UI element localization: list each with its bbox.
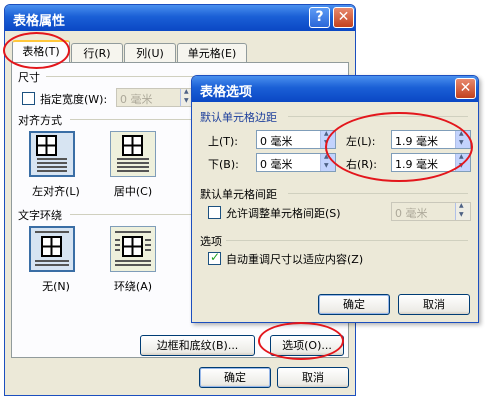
main-titlebar[interactable]: 表格属性 ? ✕ — [5, 5, 355, 31]
text-wrap-section-label: 文字环绕 — [18, 209, 62, 222]
options-ok-button[interactable]: 确定 — [318, 294, 390, 315]
spacing-value: 0 毫米 — [395, 207, 428, 220]
bottom-margin-label: 下(B): — [208, 158, 239, 171]
allow-spacing-checkbox[interactable] — [208, 206, 221, 219]
borders-shading-button[interactable]: 边框和底纹(B)... — [140, 335, 255, 356]
allow-spacing-label: 允许调整单元格间距(S) — [226, 207, 341, 220]
main-ok-button[interactable]: 确定 — [199, 367, 271, 388]
align-center-icon — [117, 135, 149, 172]
main-cancel-button[interactable]: 取消 — [277, 367, 349, 388]
top-margin-input[interactable]: 0 毫米 — [256, 130, 336, 149]
top-margin-value: 0 毫米 — [260, 135, 293, 148]
spacing-input[interactable]: 0 毫米 — [391, 202, 471, 221]
align-left-button[interactable] — [29, 131, 75, 177]
alignment-divider — [70, 119, 196, 120]
autoresize-label: 自动重调尺寸以适应内容(Z) — [226, 253, 364, 266]
options-titlebar[interactable]: 表格选项 ✕ — [192, 76, 478, 102]
tab-column[interactable]: 列(U) — [124, 43, 176, 63]
options-dialog-title: 表格选项 — [200, 85, 253, 100]
preferred-width-input[interactable]: 0 毫米 — [116, 88, 196, 107]
spacing-divider — [288, 193, 468, 194]
preferred-width-checkbox[interactable] — [22, 92, 35, 105]
preferred-width-label: 指定宽度(W): — [40, 93, 108, 106]
default-spacing-label: 默认单元格间距 — [200, 188, 277, 201]
default-margins-label: 默认单元格边距 — [200, 111, 277, 124]
preferred-width-value: 0 毫米 — [120, 93, 153, 106]
main-window-title: 表格属性 — [13, 14, 66, 29]
alignment-section-label: 对齐方式 — [18, 114, 62, 127]
align-left-icon — [36, 135, 67, 172]
align-left-label: 左对齐(L) — [32, 185, 80, 198]
options-divider — [226, 240, 468, 241]
options-close-icon[interactable]: ✕ — [455, 78, 476, 99]
tab-row[interactable]: 行(R) — [71, 43, 123, 63]
wrap-none-button[interactable] — [29, 226, 75, 272]
size-section-label: 尺寸 — [18, 71, 40, 84]
wrap-around-icon — [115, 231, 151, 266]
wrap-around-button[interactable] — [110, 226, 156, 272]
top-margin-label: 上(T): — [208, 135, 239, 148]
tab-cell[interactable]: 单元格(E) — [177, 43, 247, 63]
close-icon[interactable]: ✕ — [333, 7, 354, 28]
bottom-margin-input[interactable]: 0 毫米 — [256, 153, 336, 172]
annotation-ellipse-margins — [325, 112, 473, 182]
wrap-none-icon — [35, 231, 69, 266]
align-center-button[interactable] — [110, 131, 156, 177]
text-wrap-divider — [70, 214, 196, 215]
options-section-label: 选项 — [200, 235, 222, 248]
wrap-around-label: 环绕(A) — [113, 280, 153, 293]
help-icon[interactable]: ? — [309, 7, 330, 28]
options-cancel-button[interactable]: 取消 — [398, 294, 470, 315]
annotation-ellipse-table-tab — [3, 32, 70, 69]
wrap-none-label: 无(N) — [42, 280, 70, 293]
annotation-ellipse-options-button — [258, 322, 344, 360]
table-options-dialog: 表格选项 ✕ 默认单元格边距 上(T): 0 毫米 左(L): 1.9 毫米 下… — [191, 75, 479, 323]
align-center-label: 居中(C) — [113, 185, 153, 198]
spacing-spinner-icon[interactable] — [455, 202, 470, 220]
autoresize-checkbox[interactable] — [208, 250, 221, 265]
size-divider — [46, 76, 196, 77]
bottom-margin-value: 0 毫米 — [260, 158, 293, 171]
